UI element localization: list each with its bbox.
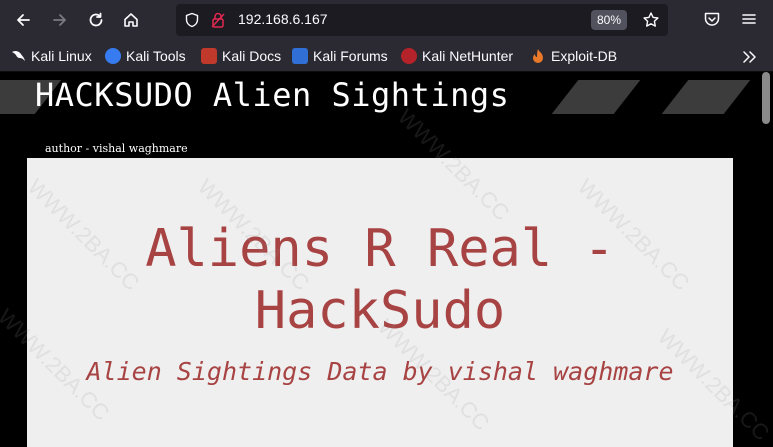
bookmark-kali-linux[interactable]: Kali Linux	[10, 46, 92, 66]
address-bar[interactable]: 192.168.6.167 80%	[176, 4, 668, 36]
home-button[interactable]	[117, 6, 145, 34]
bookmark-star-icon[interactable]	[642, 11, 660, 29]
back-button[interactable]	[9, 6, 37, 34]
bookmark-label: Kali Docs	[222, 48, 282, 64]
page-title: HACKSUDO Alien Sightings	[35, 76, 510, 114]
forward-arrow-icon	[53, 14, 66, 26]
bookmark-label: Exploit-DB	[551, 48, 618, 64]
bookmark-label: Kali Forums	[313, 48, 388, 64]
browser-toolbar: 192.168.6.167 80%	[0, 0, 773, 40]
bookmark-kali-nethunter[interactable]: Kali NetHunter	[401, 46, 513, 66]
page-viewport: HACKSUDO Alien Sightings author - vishal…	[0, 72, 773, 447]
decorative-stripe	[661, 80, 751, 114]
home-icon	[124, 13, 138, 27]
bookmarks-toolbar: Kali Linux Kali Tools Kali Docs Kali For…	[0, 40, 773, 72]
page-scrollbar[interactable]	[762, 72, 770, 124]
exploit-db-icon	[533, 49, 543, 63]
hero-heading-line: Aliens R Real -	[145, 219, 615, 279]
hero-heading: Aliens R Real - HackSudo	[27, 218, 733, 342]
reload-button[interactable]	[82, 6, 110, 34]
shield-icon[interactable]	[184, 12, 200, 28]
chevron-more-icon[interactable]	[742, 50, 758, 64]
kali-tools-icon	[105, 48, 121, 64]
reload-icon	[89, 12, 103, 27]
bookmark-label: Kali NetHunter	[422, 48, 514, 64]
url-text[interactable]: 192.168.6.167	[238, 11, 328, 27]
bookmark-label: Kali Tools	[126, 48, 186, 64]
bookmark-kali-docs[interactable]: Kali Docs	[201, 46, 281, 66]
menu-hamburger-icon[interactable]	[740, 10, 758, 28]
back-arrow-icon	[17, 14, 30, 26]
insecure-lock-icon[interactable]	[210, 11, 226, 29]
bookmark-kali-tools[interactable]: Kali Tools	[105, 46, 186, 66]
bookmark-label: Kali Linux	[31, 48, 92, 64]
kali-docs-icon	[201, 48, 217, 64]
kali-forums-icon	[292, 48, 308, 64]
zoom-level-badge[interactable]: 80%	[591, 10, 628, 30]
kali-nethunter-icon	[401, 48, 417, 64]
author-credit: author - vishal waghmare	[45, 142, 188, 155]
kali-dragon-icon	[12, 50, 25, 61]
bookmark-exploit-db[interactable]: Exploit-DB	[530, 46, 617, 66]
hero-heading-line: HackSudo	[254, 281, 506, 341]
pocket-icon[interactable]	[703, 10, 721, 28]
forward-button[interactable]	[46, 6, 74, 34]
bookmark-kali-forums[interactable]: Kali Forums	[292, 46, 388, 66]
hero-panel: Aliens R Real - HackSudo Alien Sightings…	[27, 158, 733, 447]
decorative-stripe	[551, 80, 641, 114]
hero-subheading: Alien Sightings Data by vishal waghmare	[86, 357, 674, 386]
